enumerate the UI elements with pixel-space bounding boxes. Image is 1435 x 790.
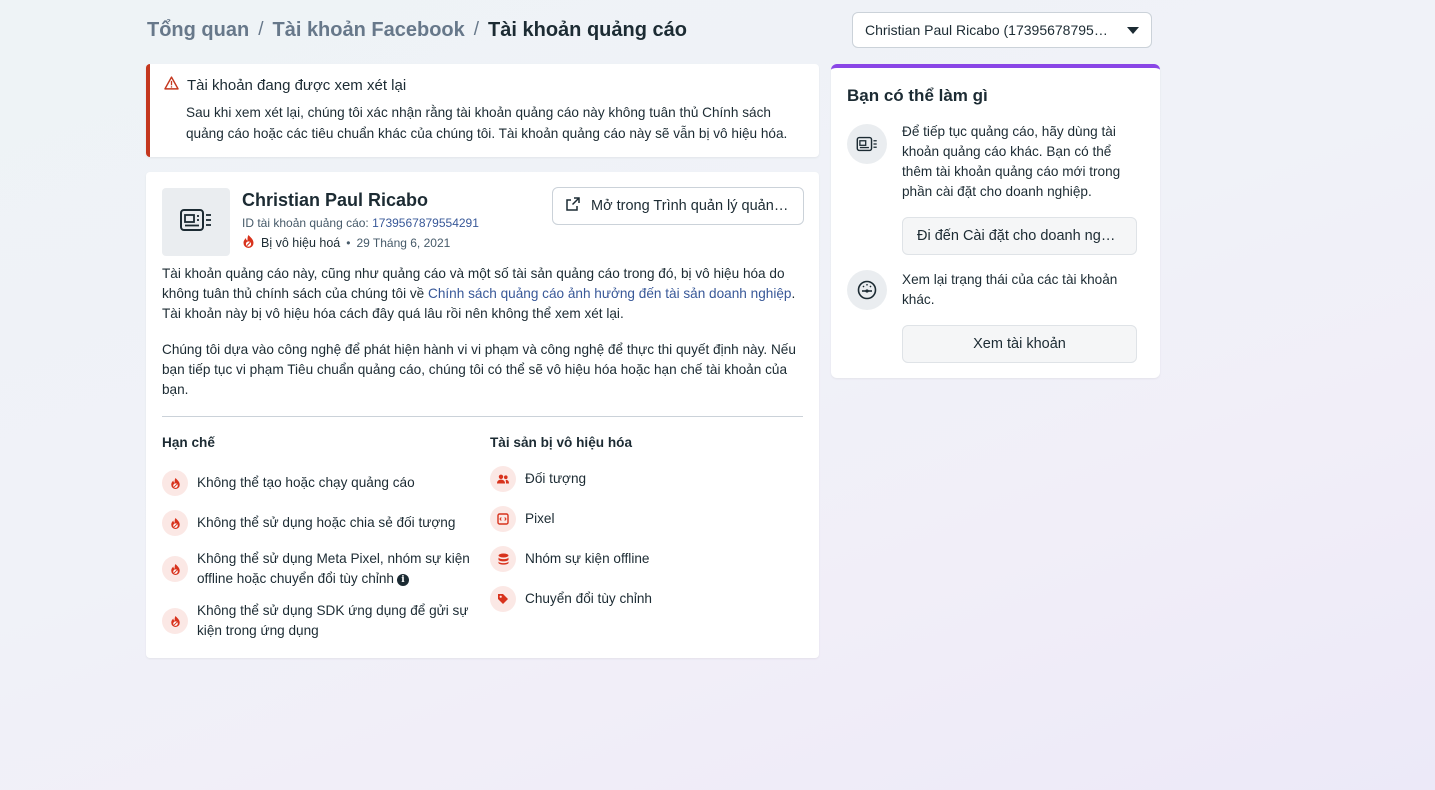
info-icon[interactable]: i (397, 574, 409, 586)
disabled-icon (242, 234, 255, 252)
account-selector-value: Christian Paul Ricabo (1739567879554291) (865, 22, 1127, 38)
disabled-icon (162, 556, 188, 582)
pixel-code-icon (490, 506, 516, 532)
breadcrumb-facebook-accounts[interactable]: Tài khoản Facebook (272, 17, 464, 43)
disabled-icon (162, 608, 188, 634)
asset-item: Chuyển đổi tùy chỉnh (490, 586, 652, 612)
breadcrumb: Tổng quan / Tài khoản Facebook / Tài kho… (147, 17, 687, 43)
tip-review-accounts: Xem lại trạng thái của các tài khoản khá… (902, 272, 1118, 307)
ad-account-icon (847, 124, 887, 164)
restriction-label: Không thể sử dụng hoặc chia sẻ đối tượng (197, 515, 456, 530)
restrictions-title: Hạn chế (162, 435, 215, 450)
restriction-item: Không thể sử dụng SDK ứng dụng để gửi sự… (162, 598, 482, 641)
account-id-label: ID tài khoản quảng cáo: (242, 216, 369, 230)
caret-down-icon (1127, 26, 1139, 34)
asset-label: Pixel (525, 511, 555, 526)
breadcrumb-current: Tài khoản quảng cáo (488, 19, 687, 41)
account-id: ID tài khoản quảng cáo: 1739567879554291 (242, 216, 479, 230)
disabled-explanation: Tài khoản quảng cáo này, cũng như quảng … (162, 264, 804, 324)
database-icon (490, 546, 516, 572)
warning-icon (164, 76, 179, 94)
open-in-ads-manager-button[interactable]: Mở trong Trình quản lý quảng cáo (552, 187, 804, 225)
business-settings-label: Đi đến Cài đặt cho doanh nghiệp (917, 228, 1122, 244)
asset-item: Pixel (490, 506, 554, 532)
status-date: 29 Tháng 6, 2021 (356, 236, 451, 250)
gauge-icon (847, 270, 887, 310)
breadcrumb-overview[interactable]: Tổng quan (147, 17, 249, 43)
disabled-icon (162, 510, 188, 536)
restriction-label: Không thể sử dụng Meta Pixel, nhóm sự ki… (197, 551, 470, 586)
account-name: Christian Paul Ricabo (242, 190, 429, 210)
account-selector[interactable]: Christian Paul Ricabo (1739567879554291) (852, 12, 1152, 48)
view-accounts-button[interactable]: Xem tài khoản (902, 325, 1137, 363)
tag-icon (490, 586, 516, 612)
audience-icon (490, 466, 516, 492)
asset-label: Chuyển đổi tùy chỉnh (525, 591, 652, 606)
account-status: Bị vô hiệu hoá • 29 Tháng 6, 2021 (242, 234, 450, 252)
asset-item: Nhóm sự kiện offline (490, 546, 649, 572)
technology-notice: Chúng tôi dựa vào công nghệ để phát hiện… (162, 342, 796, 397)
asset-label: Nhóm sự kiện offline (525, 551, 650, 566)
status-label: Bị vô hiệu hoá (261, 236, 341, 250)
view-accounts-label: Xem tài khoản (973, 336, 1066, 352)
disabled-assets-title: Tài sản bị vô hiệu hóa (490, 435, 633, 450)
side-panel-title: Bạn có thể làm gì (847, 86, 988, 105)
account-id-value: 1739567879554291 (372, 216, 479, 230)
breadcrumb-separator: / (473, 19, 480, 40)
external-link-icon (565, 196, 581, 216)
ad-account-thumbnail (162, 188, 230, 256)
disabled-icon (162, 470, 188, 496)
ad-account-icon (179, 208, 213, 237)
restriction-label: Không thể tạo hoặc chạy quảng cáo (197, 475, 415, 490)
alert-body: Sau khi xem xét lại, chúng tôi xác nhận … (186, 105, 788, 141)
policy-link[interactable]: Chính sách quảng cáo ảnh hưởng đến tài s… (428, 286, 791, 301)
dot-separator: • (346, 236, 351, 250)
restriction-label: Không thể sử dụng SDK ứng dụng để gửi sự… (197, 603, 469, 638)
restriction-item: Không thể sử dụng Meta Pixel, nhóm sự ki… (162, 546, 482, 589)
asset-label: Đối tượng (525, 471, 587, 486)
asset-item: Đối tượng (490, 466, 586, 492)
restriction-item: Không thể sử dụng hoặc chia sẻ đối tượng (162, 510, 482, 536)
alert-title: Tài khoản đang được xem xét lại (187, 76, 407, 94)
breadcrumb-separator: / (258, 19, 264, 40)
review-alert: Tài khoản đang được xem xét lại Sau khi … (146, 64, 819, 157)
open-in-ads-manager-label: Mở trong Trình quản lý quảng cáo (591, 198, 791, 214)
what-you-can-do-panel: Bạn có thể làm gì Để tiếp tục quảng cáo,… (831, 64, 1160, 378)
account-card: Christian Paul Ricabo ID tài khoản quảng… (146, 172, 819, 658)
tip-use-other-account: Để tiếp tục quảng cáo, hãy dùng tài khoả… (902, 124, 1121, 199)
divider (162, 416, 803, 417)
business-settings-button[interactable]: Đi đến Cài đặt cho doanh nghiệp (902, 217, 1137, 255)
restriction-item: Không thể tạo hoặc chạy quảng cáo (162, 470, 482, 496)
